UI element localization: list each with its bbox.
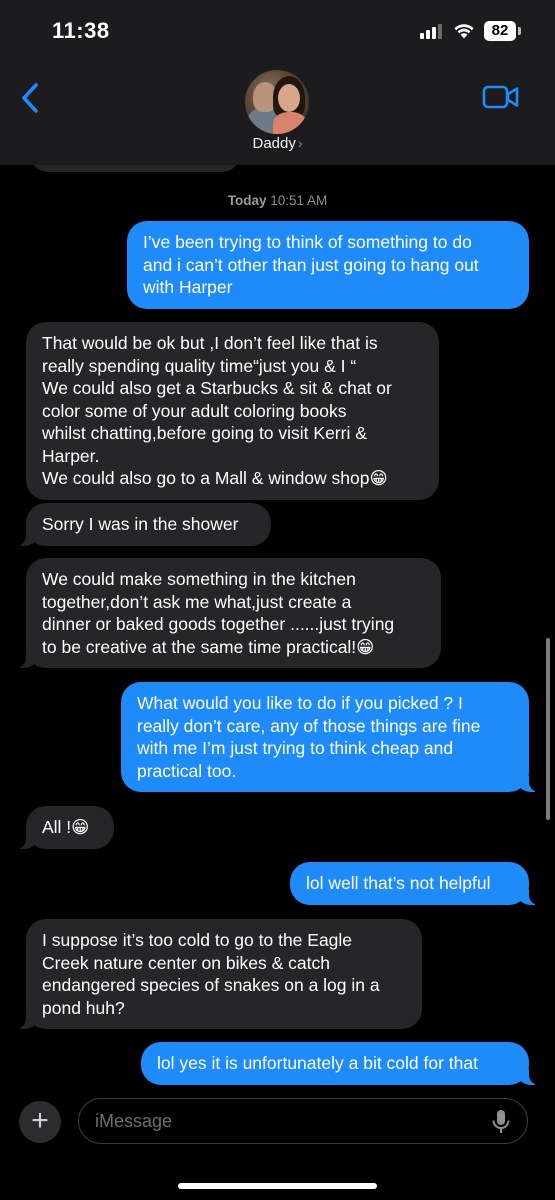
battery-tip (518, 27, 521, 35)
chevron-left-icon[interactable] (16, 80, 46, 116)
contact-name-label: Daddy (252, 135, 296, 152)
message-bubble-incoming[interactable]: That would be ok but ,I don’t feel like … (26, 322, 439, 500)
message-bubble-outgoing[interactable]: lol yes it is unfortunately a bit cold f… (141, 1042, 539, 1085)
contact-avatar[interactable] (245, 70, 309, 134)
status-time: 11:38 (52, 18, 110, 43)
message-bubble-incoming[interactable]: All !😁 (16, 806, 114, 849)
video-camera-icon[interactable] (482, 84, 520, 110)
message-bubble-outgoing[interactable]: I’ve been trying to think of something t… (127, 221, 529, 309)
message-bubble-incoming[interactable]: Sorry I was in the shower (16, 503, 271, 546)
home-indicator[interactable] (178, 1183, 377, 1189)
cellular-signal-icon (420, 23, 442, 39)
message-bubble-outgoing[interactable]: lol well that’s not helpful (290, 862, 539, 905)
contact-name[interactable]: Daddy › (0, 135, 555, 152)
message-timestamp: Today 10:51 AM (0, 193, 555, 208)
message-bubble-outgoing[interactable]: What would you like to do if you picked … (121, 682, 539, 792)
wifi-icon (454, 24, 474, 39)
microphone-icon[interactable] (490, 1108, 512, 1136)
imessage-input[interactable] (78, 1098, 528, 1144)
plus-icon[interactable]: + (19, 1101, 61, 1143)
message-bubble-incoming[interactable]: We could make something in the kitchen t… (16, 558, 441, 668)
chevron-right-icon: › (297, 135, 303, 151)
message-bubble-incoming[interactable]: I suppose it’s too cold to go to the Eag… (16, 919, 422, 1029)
conversation-header: 11:38 82 Daddy › (0, 0, 555, 165)
battery-icon: 82 (484, 21, 516, 41)
scrollbar[interactable] (546, 638, 550, 820)
timestamp-time: 10:51 AM (270, 193, 328, 208)
timestamp-day: Today (227, 193, 267, 208)
